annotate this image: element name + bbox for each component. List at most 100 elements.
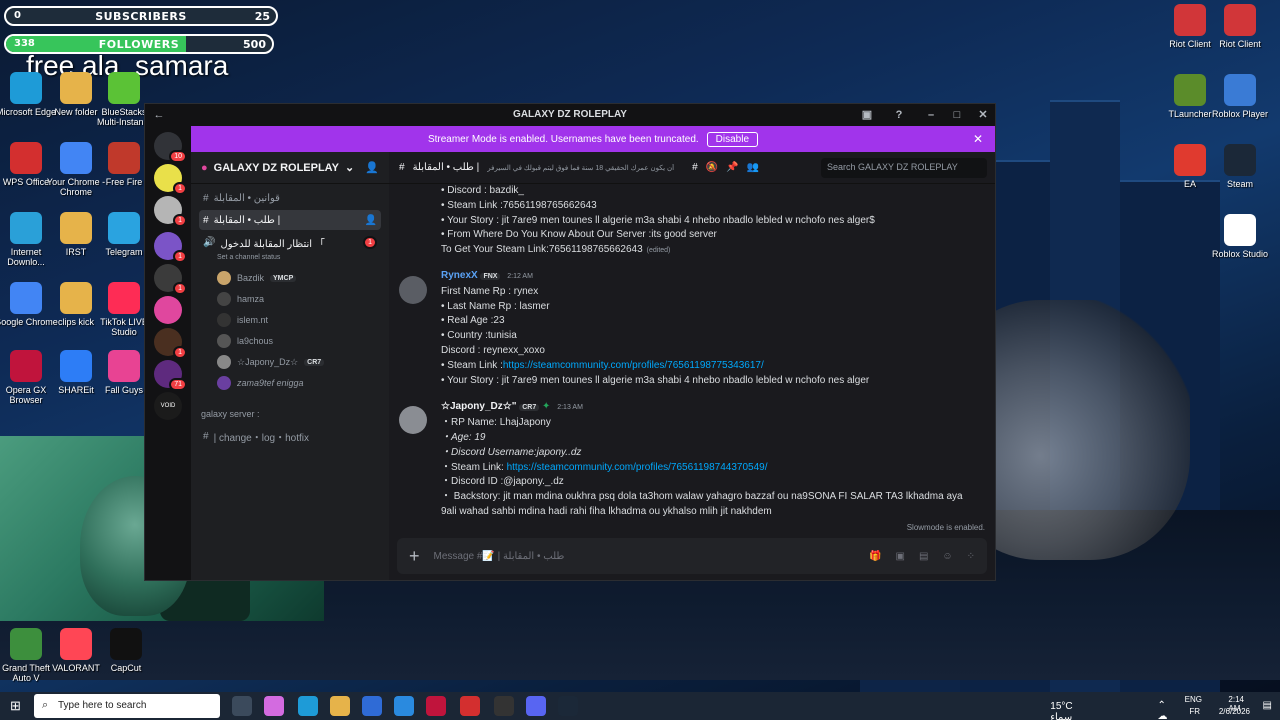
tray-icons[interactable]: ⌃ ☁ ▭ 🔊 ⚡ <box>1158 700 1170 720</box>
threads-icon[interactable]: # <box>692 162 698 173</box>
channel-voice-waiting[interactable]: 🔊 انتظار المقابلة للدخول 「 1 <box>199 232 381 252</box>
sticker-icon[interactable]: ▤ <box>919 551 928 562</box>
taskbar: ⊞ Type here to search ⌕ 15°C سماء صافية … <box>0 692 1280 720</box>
discord-window[interactable]: ← GALAXY DZ ROLEPLAY ▣ ? – □ ✕ 10 1 1 1 … <box>144 103 996 581</box>
steam-link[interactable]: https://steamcommunity.com/profiles/7656… <box>503 360 764 371</box>
server-icon-7[interactable]: 71 <box>154 360 187 391</box>
server-badge: 1 <box>173 214 187 227</box>
opera-icon[interactable] <box>426 696 446 716</box>
discord-icon[interactable] <box>526 696 546 716</box>
gift-icon[interactable]: 🎁 <box>869 551 881 562</box>
task-view-icon[interactable] <box>232 696 252 716</box>
edge-icon[interactable] <box>298 696 318 716</box>
copilot-icon[interactable] <box>264 696 284 716</box>
add-attachment-icon[interactable]: + <box>409 546 420 567</box>
capcut-icon <box>110 628 142 660</box>
message-author[interactable]: RynexX <box>441 270 478 281</box>
server-badge: 1 <box>173 250 187 263</box>
member-name: Bazdik <box>237 273 265 283</box>
voice-member[interactable]: Bazdik YMCP <box>217 270 381 286</box>
minimize-icon[interactable]: – <box>923 107 939 123</box>
language-bottom[interactable]: FR <box>1189 707 1200 716</box>
message-input[interactable]: + Message #📝 | طلب • المقابلة 🎁 ▣ ▤ ☺ ⁘ <box>397 538 987 574</box>
taskbar-search[interactable]: Type here to search <box>34 694 220 718</box>
streamer-mode-banner: Streamer Mode is enabled. Usernames have… <box>191 126 995 152</box>
notification-icon[interactable]: 🔕 <box>706 162 718 173</box>
steam-icon[interactable] <box>558 696 578 716</box>
server-icon-2[interactable]: 1 <box>154 196 187 227</box>
avatar[interactable] <box>399 276 427 304</box>
message-line: To Get Your Steam Link:76561198765662643… <box>441 243 995 259</box>
desktop-icon[interactable]: Roblox Player <box>1208 74 1272 119</box>
steam-link[interactable]: https://steamcommunity.com/profiles/7656… <box>507 462 768 473</box>
edited-label: (edited) <box>646 247 671 255</box>
maximize-icon[interactable]: □ <box>949 107 965 123</box>
server-icon-void[interactable]: VOID <box>154 392 182 420</box>
wps-icon[interactable] <box>460 696 480 716</box>
author-tag: CR7 <box>519 404 540 412</box>
disable-streamer-button[interactable]: Disable <box>706 131 759 147</box>
chat-channel-name: طلب • المقابلة | <box>412 162 480 173</box>
message-list: • Discord : bazdik_ • Steam Link :765611… <box>389 184 995 534</box>
message-line: 9ali wahad sahbi mdina hadi rahi fiha lk… <box>441 505 772 517</box>
help-icon[interactable]: ? <box>891 107 907 123</box>
category-galaxy-server[interactable]: galaxy server : <box>201 409 260 419</box>
voice-member[interactable]: islem.nt <box>217 312 381 328</box>
voice-member[interactable]: hamza <box>217 291 381 307</box>
channel-interview-request[interactable]: # طلب • المقابلة | 👤 <box>199 210 381 230</box>
server-icon-6[interactable]: 1 <box>154 328 187 359</box>
followers-goal: 500 <box>243 38 266 51</box>
chat-topic[interactable]: أن يكون عمرك الحقيقي 18 سنة فما فوق ليتم… <box>487 164 674 172</box>
server-icon-1[interactable]: 1 <box>154 164 187 195</box>
desktop-icon[interactable]: Steam <box>1208 144 1272 189</box>
members-icon[interactable]: 👥 <box>747 162 759 173</box>
file-explorer-icon[interactable] <box>330 696 350 716</box>
pin-icon[interactable]: 📌 <box>726 162 738 173</box>
desktop-icon[interactable]: CapCut <box>94 628 158 673</box>
server-header[interactable]: ● GALAXY DZ ROLEPLAY ⌄ 👤 <box>191 152 389 184</box>
emoji-icon[interactable]: ☺ <box>942 551 952 562</box>
desktop-icon[interactable]: Riot Client <box>1208 4 1272 49</box>
windows-start-icon[interactable]: ⊞ <box>10 698 21 714</box>
message-author[interactable]: ☆Japony_Dz☆" <box>441 401 516 412</box>
voice-member[interactable]: la9chous <box>217 333 381 349</box>
obs-icon[interactable] <box>494 696 514 716</box>
roblox-icon <box>1224 74 1256 106</box>
add-member-icon[interactable]: 👤 <box>365 161 379 174</box>
voice-member[interactable]: zama9tef enigga <box>217 375 381 391</box>
language-top[interactable]: ENG <box>1185 695 1202 704</box>
voice-member[interactable]: ☆Japony_Dz☆ CR7 <box>217 354 381 370</box>
gif-icon[interactable]: ▣ <box>895 551 904 562</box>
close-icon[interactable]: ✕ <box>975 107 991 123</box>
microsoft-store-icon[interactable] <box>362 696 382 716</box>
apps-icon[interactable]: ⁘ <box>967 551 975 562</box>
direct-messages-icon[interactable]: 10 <box>154 132 187 163</box>
chat-area: # طلب • المقابلة | أن يكون عمرك الحقيقي … <box>389 152 995 580</box>
dm-badge: 10 <box>169 150 187 163</box>
message-text: To Get Your Steam Link:76561198765662643 <box>441 244 643 256</box>
message-line: • From Where Do You Know About Our Serve… <box>441 229 717 241</box>
add-member-icon[interactable]: 👤 <box>365 215 377 226</box>
server-icon-5[interactable] <box>154 296 182 324</box>
channel-changelog[interactable]: # | change・log・hotfix <box>199 426 381 446</box>
weather[interactable]: 15°C سماء صافية <box>1050 701 1075 720</box>
server-icon-3[interactable]: 1 <box>154 232 187 263</box>
inbox-icon[interactable]: ▣ <box>859 107 875 123</box>
message-line: • Real Age :23 <box>441 315 505 327</box>
discord-titlebar[interactable]: ← GALAXY DZ ROLEPLAY ▣ ? – □ ✕ <box>145 104 995 126</box>
desktop-icon[interactable]: Roblox Studio <box>1208 214 1272 259</box>
avatar[interactable] <box>399 406 427 434</box>
channel-rules[interactable]: # قوانين • المقابلة <box>199 188 381 208</box>
desktop-icon-label: Steam <box>1226 179 1253 189</box>
notifications-icon[interactable]: ▤ <box>1263 700 1272 711</box>
server-icon-4[interactable]: 1 <box>154 264 187 295</box>
banner-close-icon[interactable]: ✕ <box>973 132 983 146</box>
message-header: ☆Japony_Dz☆" CR7 ✦ 2:13 AM <box>441 400 995 416</box>
search-icon: ⌕ <box>42 699 49 711</box>
clock-date[interactable]: 2/6/2026 <box>1219 707 1250 716</box>
message-line: ・Discord Username:japony..dz <box>441 446 582 458</box>
channel-status-hint[interactable]: Set a channel status <box>217 254 280 261</box>
riot-icon <box>1224 4 1256 36</box>
server-search[interactable]: Search GALAXY DZ ROLEPLAY <box>821 158 987 178</box>
mail-icon[interactable] <box>394 696 414 716</box>
